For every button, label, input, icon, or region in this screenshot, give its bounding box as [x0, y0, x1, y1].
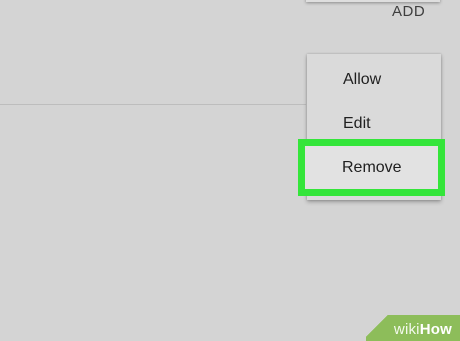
menu-item-remove-label: Remove: [342, 159, 402, 176]
menu-item-remove[interactable]: Remove: [298, 139, 445, 196]
menu-item-edit[interactable]: Edit: [343, 104, 371, 144]
watermark-part1: wiki: [393, 321, 420, 338]
add-button[interactable]: ADD: [392, 3, 425, 20]
menu-item-allow[interactable]: Allow: [343, 60, 381, 100]
watermark-part2: How: [419, 321, 452, 338]
watermark-badge: wikiHow: [366, 315, 460, 341]
divider: [0, 104, 306, 105]
app-screen: ADD Allow Edit Remove wikiHow: [0, 0, 460, 341]
top-card: [306, 0, 440, 2]
watermark-text: wikiHow: [394, 321, 452, 338]
